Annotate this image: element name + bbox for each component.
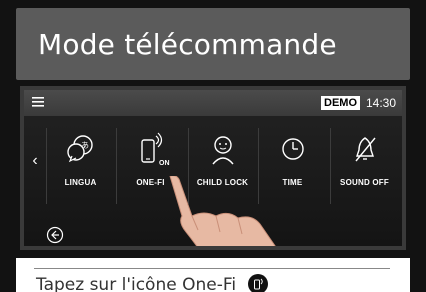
status-bar: DEMO 14:30 (24, 90, 402, 116)
page-frame: Mode télécommande DEMO 14:30 ‹ あ LINGUA … (0, 0, 426, 292)
caption-card: Tapez sur l'icône One-Fi (16, 258, 410, 292)
tile-sound-off[interactable]: SOUND OFF (330, 128, 398, 204)
chevron-left-icon[interactable]: ‹ (28, 152, 42, 170)
tile-label: LINGUA (64, 178, 97, 187)
caption-text: Tapez sur l'icône One-Fi (36, 275, 237, 292)
child-lock-icon (211, 136, 234, 165)
divider (34, 268, 390, 269)
header-card: Mode télécommande (16, 8, 410, 80)
device-screen: DEMO 14:30 ‹ あ LINGUA ON ONE-FI CHILD LO… (20, 86, 406, 250)
language-icon: あ (66, 135, 93, 163)
svg-text:あ: あ (81, 141, 89, 150)
one-fi-status: ON (159, 160, 170, 167)
caption: Tapez sur l'icône One-Fi (36, 274, 268, 292)
pointing-hand-image (169, 176, 276, 246)
menu-icon[interactable] (30, 94, 46, 110)
back-icon[interactable] (46, 226, 64, 244)
clock-icon (281, 138, 304, 160)
sound-off-icon (354, 137, 376, 162)
clock-readout: 14:30 (365, 96, 396, 110)
one-fi-icon (247, 274, 268, 292)
tile-label: SOUND OFF (340, 178, 389, 187)
demo-badge: DEMO (321, 96, 360, 110)
page-title: Mode télécommande (38, 28, 337, 61)
tile-lingua[interactable]: あ LINGUA (46, 128, 114, 204)
